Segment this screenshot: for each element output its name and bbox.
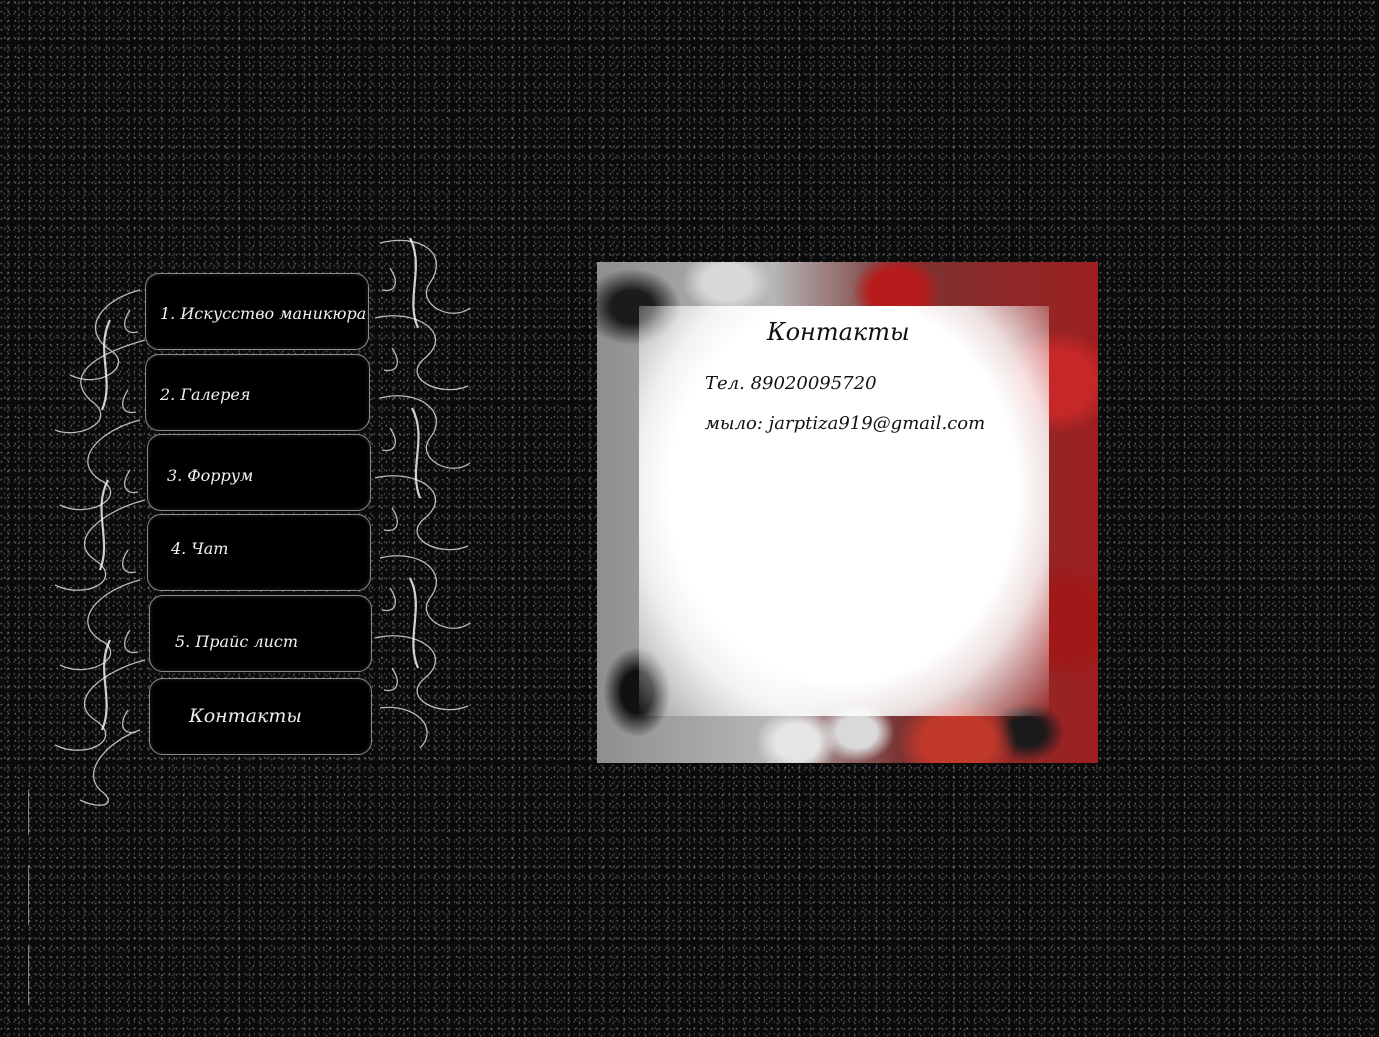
nav-item-label: 3. Форрум <box>167 466 254 485</box>
nav-item-label: 2. Галерея <box>160 385 251 404</box>
nav-item-price-list[interactable]: 5. Прайс лист <box>149 595 372 672</box>
nav-item-nail-art[interactable]: 1. Искусство маникюра <box>145 273 369 350</box>
nav-item-gallery[interactable]: 2. Галерея <box>145 354 370 431</box>
contacts-panel-inner <box>639 306 1049 716</box>
nav-item-label: Контакты <box>189 705 302 727</box>
nav-item-contacts[interactable]: Контакты <box>149 678 372 755</box>
nav-item-label: 1. Искусство маникюра <box>160 304 367 323</box>
nav-item-chat[interactable]: 4. Чат <box>147 514 371 591</box>
nav-item-forum[interactable]: 3. Форрум <box>147 434 371 511</box>
left-swirl-ornament <box>54 289 146 806</box>
right-swirl-ornament <box>374 237 471 749</box>
page-title: Контакты <box>767 318 910 346</box>
edge-line <box>28 790 29 835</box>
edge-line <box>28 865 29 925</box>
edge-line <box>28 945 29 1005</box>
email-text: мыло: jarptiza919@gmail.com <box>705 413 986 434</box>
nav-item-label: 4. Чат <box>171 539 229 558</box>
nav-item-label: 5. Прайс лист <box>175 632 299 651</box>
phone-text: Тел. 89020095720 <box>705 373 877 394</box>
